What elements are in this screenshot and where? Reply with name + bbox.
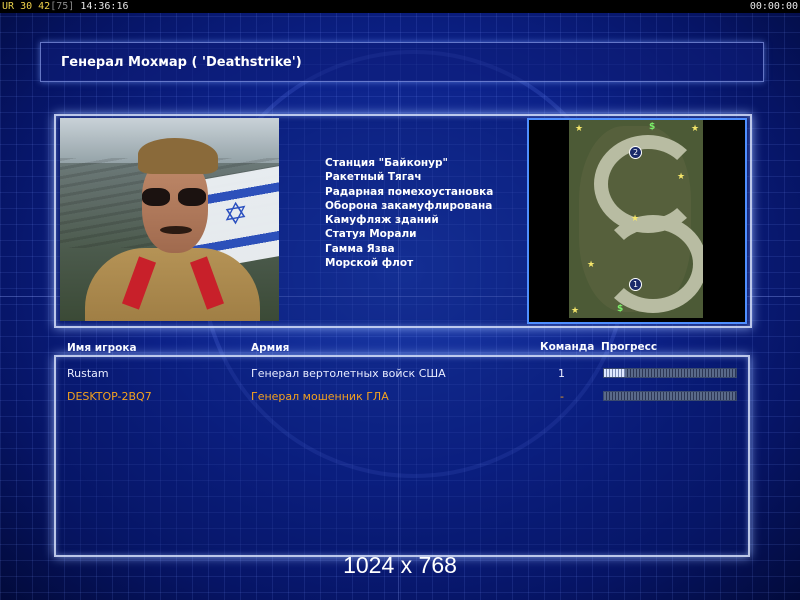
player-team: - (560, 390, 564, 403)
status-value-a: 30 (20, 1, 33, 12)
general-title: Генерал Мохмар ( 'Deathstrike') (61, 55, 302, 70)
feature-item: Радарная помехоустановка (325, 185, 494, 198)
header-army: Армия (251, 342, 290, 354)
tech-star-icon: ★ (571, 306, 580, 316)
start-position-1[interactable]: 1 (629, 278, 642, 291)
tech-star-icon: ★ (691, 124, 700, 134)
feature-item: Камуфляж зданий (325, 214, 439, 227)
progress-bar (603, 368, 737, 378)
status-timer: 00:00:00 (749, 1, 798, 12)
feature-item: Морской флот (325, 257, 414, 270)
tech-star-icon: ★ (587, 260, 596, 270)
header-progress: Прогресс (601, 341, 658, 353)
player-name: Rustam (67, 367, 109, 380)
player-name: DESKTOP-2BQ7 (67, 390, 152, 403)
player-army: Генерал мошенник ГЛА (251, 390, 389, 403)
feature-item: Ракетный Тягач (325, 171, 422, 184)
player-team: 1 (558, 367, 565, 380)
tech-star-icon: ★ (575, 124, 584, 134)
resolution-label: 1024 x 768 (343, 552, 457, 578)
start-position-2[interactable]: 2 (629, 146, 642, 159)
supply-dollar-icon: $ (617, 304, 624, 314)
minimap: $ $ ★ ★ ★ ★ ★ ★ 2 1 (569, 120, 703, 318)
player-army: Генерал вертолетных войск США (251, 367, 446, 380)
general-features-list: Станция "Байконур" Ракетный Тягач Радарн… (325, 156, 493, 270)
header-team: Команда (540, 341, 595, 353)
title-bar: Генерал Мохмар ( 'Deathstrike') (40, 42, 764, 82)
status-prefix: UR (2, 1, 15, 12)
header-player-name: Имя игрока (67, 342, 137, 354)
player-table (54, 355, 750, 557)
progress-bar (603, 391, 737, 401)
feature-item: Оборона закамуфлирована (325, 199, 493, 212)
status-bracket: [75] (50, 1, 75, 12)
tech-star-icon: ★ (677, 172, 686, 182)
tech-star-icon: ★ (631, 214, 640, 224)
feature-item: Гамма Язва (325, 242, 395, 255)
status-clock: 14:36:16 (80, 1, 129, 12)
feature-item: Статуя Морали (325, 228, 417, 241)
general-portrait: ✡ (60, 118, 279, 321)
status-value-b: 42 (38, 1, 51, 12)
progress-fill (604, 369, 626, 377)
feature-item: Станция "Байконур" (325, 157, 449, 169)
status-bar: UR 30 42[75] 14:36:16 00:00:00 (0, 0, 800, 13)
supply-dollar-icon: $ (649, 122, 656, 132)
